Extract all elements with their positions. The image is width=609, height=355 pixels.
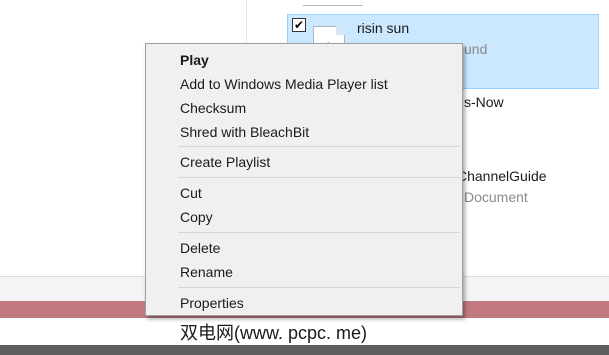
menu-separator bbox=[178, 177, 460, 178]
file-item-name[interactable]: s-Now bbox=[464, 94, 504, 110]
context-menu: Play Add to Windows Media Player list Ch… bbox=[145, 43, 463, 316]
menu-item-play[interactable]: Play bbox=[180, 49, 209, 71]
menu-item-delete[interactable]: Delete bbox=[180, 237, 220, 259]
page-fold-icon bbox=[336, 26, 345, 35]
taskbar-edge bbox=[0, 345, 609, 355]
menu-item-cut[interactable]: Cut bbox=[180, 182, 202, 204]
menu-item-properties[interactable]: Properties bbox=[180, 292, 244, 314]
menu-item-checksum[interactable]: Checksum bbox=[180, 97, 246, 119]
file-type-label: und bbox=[464, 41, 488, 57]
watermark-text: 双电网(www. pcpc. me) bbox=[180, 323, 368, 343]
file-name[interactable]: risin sun bbox=[357, 20, 409, 36]
file-item-name[interactable]: ChannelGuide bbox=[457, 168, 547, 184]
previous-file-tile[interactable] bbox=[303, 0, 363, 6]
file-item-type: Document bbox=[464, 189, 528, 205]
file-select-checkbox[interactable]: ✔ bbox=[292, 18, 306, 32]
menu-separator bbox=[178, 146, 460, 147]
menu-item-rename[interactable]: Rename bbox=[180, 261, 233, 283]
menu-item-add-to-wmp-list[interactable]: Add to Windows Media Player list bbox=[180, 73, 388, 95]
menu-item-shred-bleachbit[interactable]: Shred with BleachBit bbox=[180, 121, 309, 143]
menu-separator bbox=[178, 287, 460, 288]
menu-item-copy[interactable]: Copy bbox=[180, 206, 213, 228]
menu-item-create-playlist[interactable]: Create Playlist bbox=[180, 151, 270, 173]
menu-separator bbox=[178, 232, 460, 233]
